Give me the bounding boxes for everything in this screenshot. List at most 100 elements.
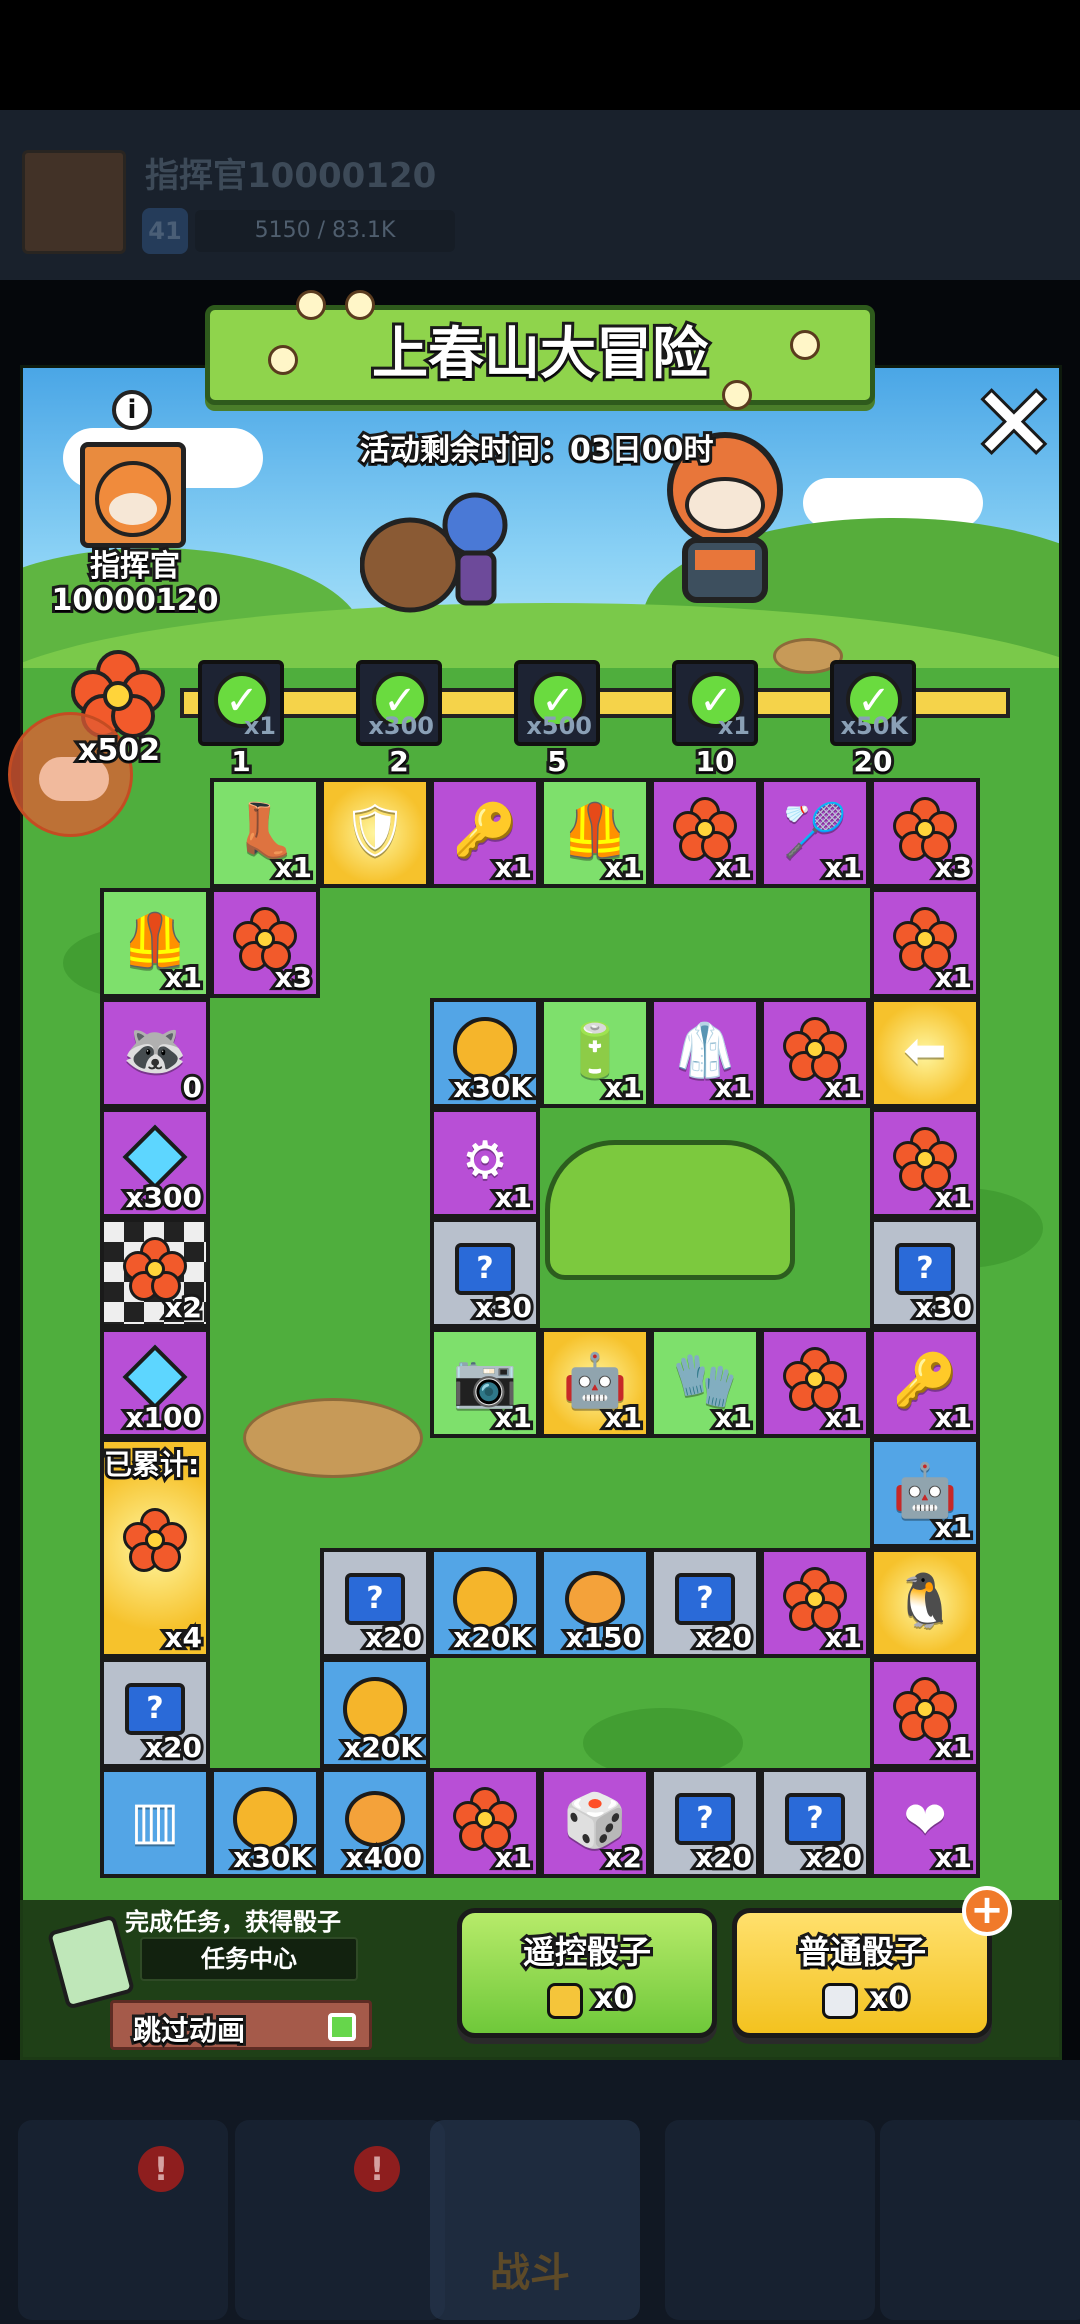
boot-icon: 👢 <box>232 800 298 861</box>
status-bar <box>0 0 1080 110</box>
board-cell-dice[interactable]: 🎲 x2 <box>540 1768 650 1878</box>
board-cell-flower[interactable]: x1 <box>760 1548 870 1658</box>
board-cell-ball[interactable]: x150 <box>540 1548 650 1658</box>
blossom <box>790 330 820 360</box>
key-icon: 🔑 <box>892 1350 958 1411</box>
board-cell-suit[interactable]: 🥼 x1 <box>650 998 760 1108</box>
board-cell-robot[interactable]: 🤖 x1 <box>870 1438 980 1548</box>
board-cell-player[interactable]: 🦝 0 <box>100 998 210 1108</box>
board-cell-coin[interactable]: x20K <box>430 1548 540 1658</box>
milestone-reward-3[interactable]: ✓ x500 <box>514 660 600 746</box>
board-cell-flower[interactable]: x3 <box>210 888 320 998</box>
background-level-badge: 41 <box>142 208 188 254</box>
cell-amount: x1 <box>601 1398 644 1434</box>
board-cell-gear[interactable]: ⚙ x1 <box>430 1108 540 1218</box>
board-cell-flower[interactable]: x1 <box>760 1328 870 1438</box>
cell-amount: x1 <box>931 1838 974 1874</box>
armor-icon: 🦺 <box>562 800 628 861</box>
board-cell-flower[interactable]: x2 <box>100 1218 210 1328</box>
board-cell-robot[interactable]: 🤖 x1 <box>540 1328 650 1438</box>
board-cell-flower[interactable]: x1 <box>870 1108 980 1218</box>
board-cell-mystery[interactable]: ? x20 <box>650 1548 760 1658</box>
cell-amount: x1 <box>601 848 644 884</box>
nav-shop[interactable] <box>18 2120 228 2320</box>
milestone-amount: x1 <box>243 712 276 740</box>
board-cell-mystery[interactable]: ? x20 <box>650 1768 760 1878</box>
milestone-reward-5[interactable]: ✓ x50K <box>830 660 916 746</box>
close-button[interactable]: ✕ <box>969 371 1059 477</box>
board-cell-ball[interactable]: x400 <box>320 1768 430 1878</box>
add-dice-button[interactable]: + <box>962 1886 1012 1936</box>
board-cell-flower[interactable]: x1 <box>870 888 980 998</box>
board-cell-mystery[interactable]: ? x20 <box>100 1658 210 1768</box>
board-cell-heart[interactable]: ❤ x1 <box>870 1768 980 1878</box>
board-cell-armor[interactable]: 🦺 x1 <box>100 888 210 998</box>
board-cell-flower[interactable]: x1 <box>870 1658 980 1768</box>
remote-dice-button[interactable]: 遥控骰子 x0 <box>457 1908 717 2038</box>
board-cell-flower[interactable]: x1 <box>760 998 870 1108</box>
dirt-patch <box>243 1398 423 1478</box>
board-cell-gate[interactable]: ▥ <box>100 1768 210 1878</box>
glove-icon: 🧤 <box>672 1350 738 1411</box>
cell-amount: 0 <box>179 1068 205 1104</box>
board-cell-flower[interactable]: x1 <box>430 1768 540 1878</box>
board-cell-mystery[interactable]: ? x20 <box>760 1768 870 1878</box>
normal-dice-label: 普通骰子 <box>795 1930 929 1974</box>
task-center-button[interactable]: 任务中心 <box>140 1937 358 1981</box>
nav-map[interactable] <box>665 2120 875 2320</box>
cell-amount: x100 <box>123 1398 205 1434</box>
normal-dice-button[interactable]: 普通骰子 x0 <box>732 1908 992 2038</box>
nav-upgrade[interactable] <box>880 2120 1080 2320</box>
board-cell-flower[interactable]: x1 <box>650 778 760 888</box>
milestone-amount: x300 <box>368 712 434 740</box>
board-cell-key[interactable]: 🔑 x1 <box>870 1328 980 1438</box>
board-cell-arrow[interactable]: ⬅ <box>870 998 980 1108</box>
board-cell-badge[interactable]: 🛡 <box>320 778 430 888</box>
board-cell-armor[interactable]: 🦺 x1 <box>540 778 650 888</box>
skip-animation-toggle[interactable]: 跳过动画 <box>110 2000 372 2050</box>
board-cell-penguin[interactable]: 🐧 <box>870 1548 980 1658</box>
milestone-reward-1[interactable]: ✓ x1 <box>198 660 284 746</box>
cell-amount: x30 <box>912 1288 975 1324</box>
board-cell-gem[interactable]: x100 <box>100 1328 210 1438</box>
robot-icon: 🤖 <box>892 1460 958 1521</box>
blossom <box>722 380 752 410</box>
board-cell-battery[interactable]: 🔋 x1 <box>540 998 650 1108</box>
controller-button[interactable] <box>8 712 133 837</box>
cell-amount: x400 <box>343 1838 425 1874</box>
board-cell-coin[interactable]: x30K <box>430 998 540 1108</box>
board-cell-coin[interactable]: x20K <box>320 1658 430 1768</box>
cell-amount: x30K <box>450 1068 535 1104</box>
milestone-reward-2[interactable]: ✓ x300 <box>356 660 442 746</box>
board-cell-glove[interactable]: 🧤 x1 <box>650 1328 760 1438</box>
cell-amount: x1 <box>271 848 314 884</box>
board-cell-gem[interactable]: x300 <box>100 1108 210 1218</box>
board-cell-racket[interactable]: 🏸 x1 <box>760 778 870 888</box>
commander-avatar[interactable] <box>80 442 186 548</box>
board-cell-mystery[interactable]: ? x20 <box>320 1548 430 1658</box>
gem-icon <box>122 1344 188 1410</box>
board-cell-camera[interactable]: 📷 x1 <box>430 1328 540 1438</box>
board-cell-boot[interactable]: 👢 x1 <box>210 778 320 888</box>
info-button[interactable]: i <box>112 390 152 430</box>
milestone-reward-4[interactable]: ✓ x1 <box>672 660 758 746</box>
skip-animation-label: 跳过动画 <box>130 2011 248 2050</box>
cell-amount: x20K <box>450 1618 535 1654</box>
cell-amount: x3 <box>931 848 974 884</box>
cell-amount: x1 <box>821 1618 864 1654</box>
skip-animation-checkbox[interactable] <box>328 2013 356 2041</box>
accumulated-label: 已累计: <box>101 1445 202 1484</box>
arrow-sign-icon: ⬅ <box>903 1020 947 1081</box>
board-cell-mystery[interactable]: ? x30 <box>870 1218 980 1328</box>
board-cell-mystery[interactable]: ? x30 <box>430 1218 540 1328</box>
cell-amount: x20 <box>362 1618 425 1654</box>
heart-icon: ❤ <box>903 1790 947 1851</box>
board-cell-key[interactable]: 🔑 x1 <box>430 778 540 888</box>
task-hint: 完成任务，获得骰子 <box>125 1908 341 1936</box>
cell-amount: x2 <box>161 1288 204 1324</box>
nav-hero[interactable] <box>235 2120 445 2320</box>
center-bush <box>545 1140 795 1280</box>
board-cell-flower[interactable]: x3 <box>870 778 980 888</box>
cell-amount: x1 <box>821 848 864 884</box>
board-cell-coin[interactable]: x30K <box>210 1768 320 1878</box>
